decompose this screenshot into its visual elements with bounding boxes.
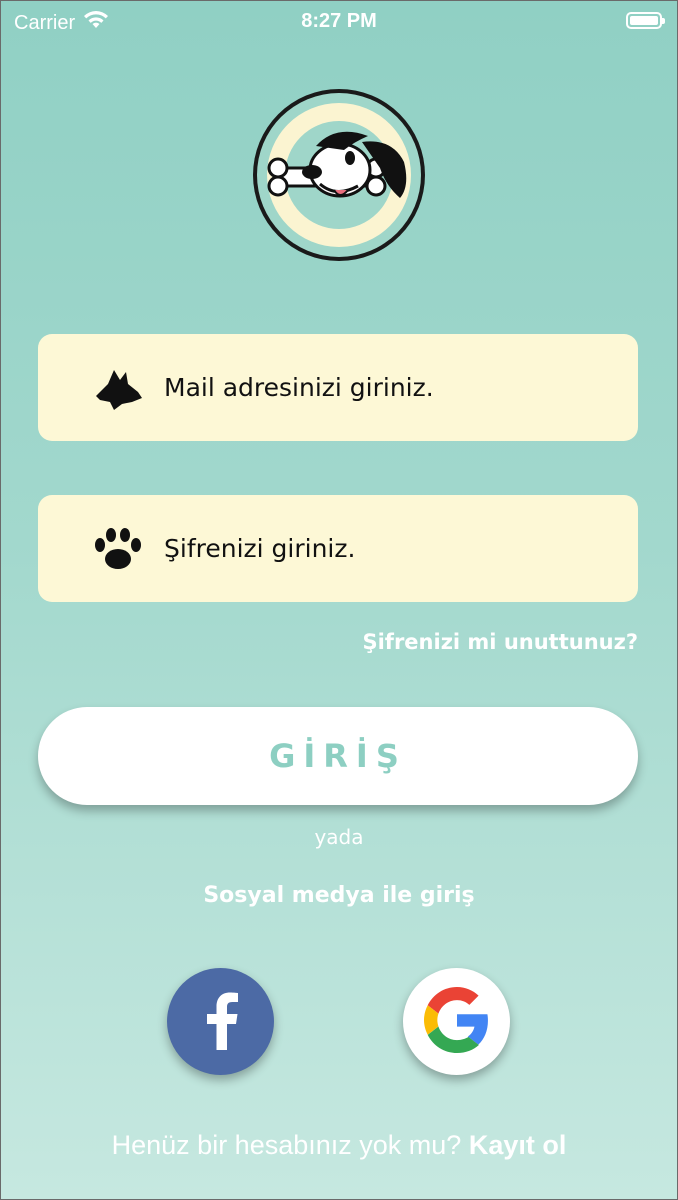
- forgot-password-link[interactable]: Şifrenizi mi unuttunuz?: [362, 630, 638, 654]
- or-label: yada: [314, 825, 364, 849]
- facebook-login-button[interactable]: [167, 968, 274, 1075]
- password-field-container[interactable]: [38, 495, 646, 602]
- signup-question: Henüz bir hesabınız yok mu?: [111, 1130, 462, 1160]
- dog-bone-logo-icon: [253, 89, 425, 261]
- signup-prompt: Henüz bir hesabınız yok mu? Kayıt ol: [0, 1130, 678, 1161]
- app-logo: [250, 86, 428, 264]
- facebook-icon: [201, 990, 241, 1053]
- dog-head-icon: [92, 362, 144, 414]
- password-input[interactable]: [162, 533, 646, 564]
- battery-icon: [626, 12, 665, 29]
- email-input[interactable]: [162, 372, 646, 403]
- social-login-label: Sosyal medya ile giriş: [203, 883, 475, 908]
- signup-link[interactable]: Kayıt ol: [469, 1130, 567, 1160]
- email-field-container[interactable]: [38, 334, 646, 441]
- google-login-button[interactable]: [403, 968, 510, 1075]
- status-time: 8:27 PM: [301, 10, 377, 32]
- status-bar: Carrier 8:27 PM: [0, 0, 678, 44]
- paw-icon: [92, 523, 144, 575]
- login-button[interactable]: GİRİŞ: [38, 707, 638, 805]
- google-icon: [423, 987, 490, 1056]
